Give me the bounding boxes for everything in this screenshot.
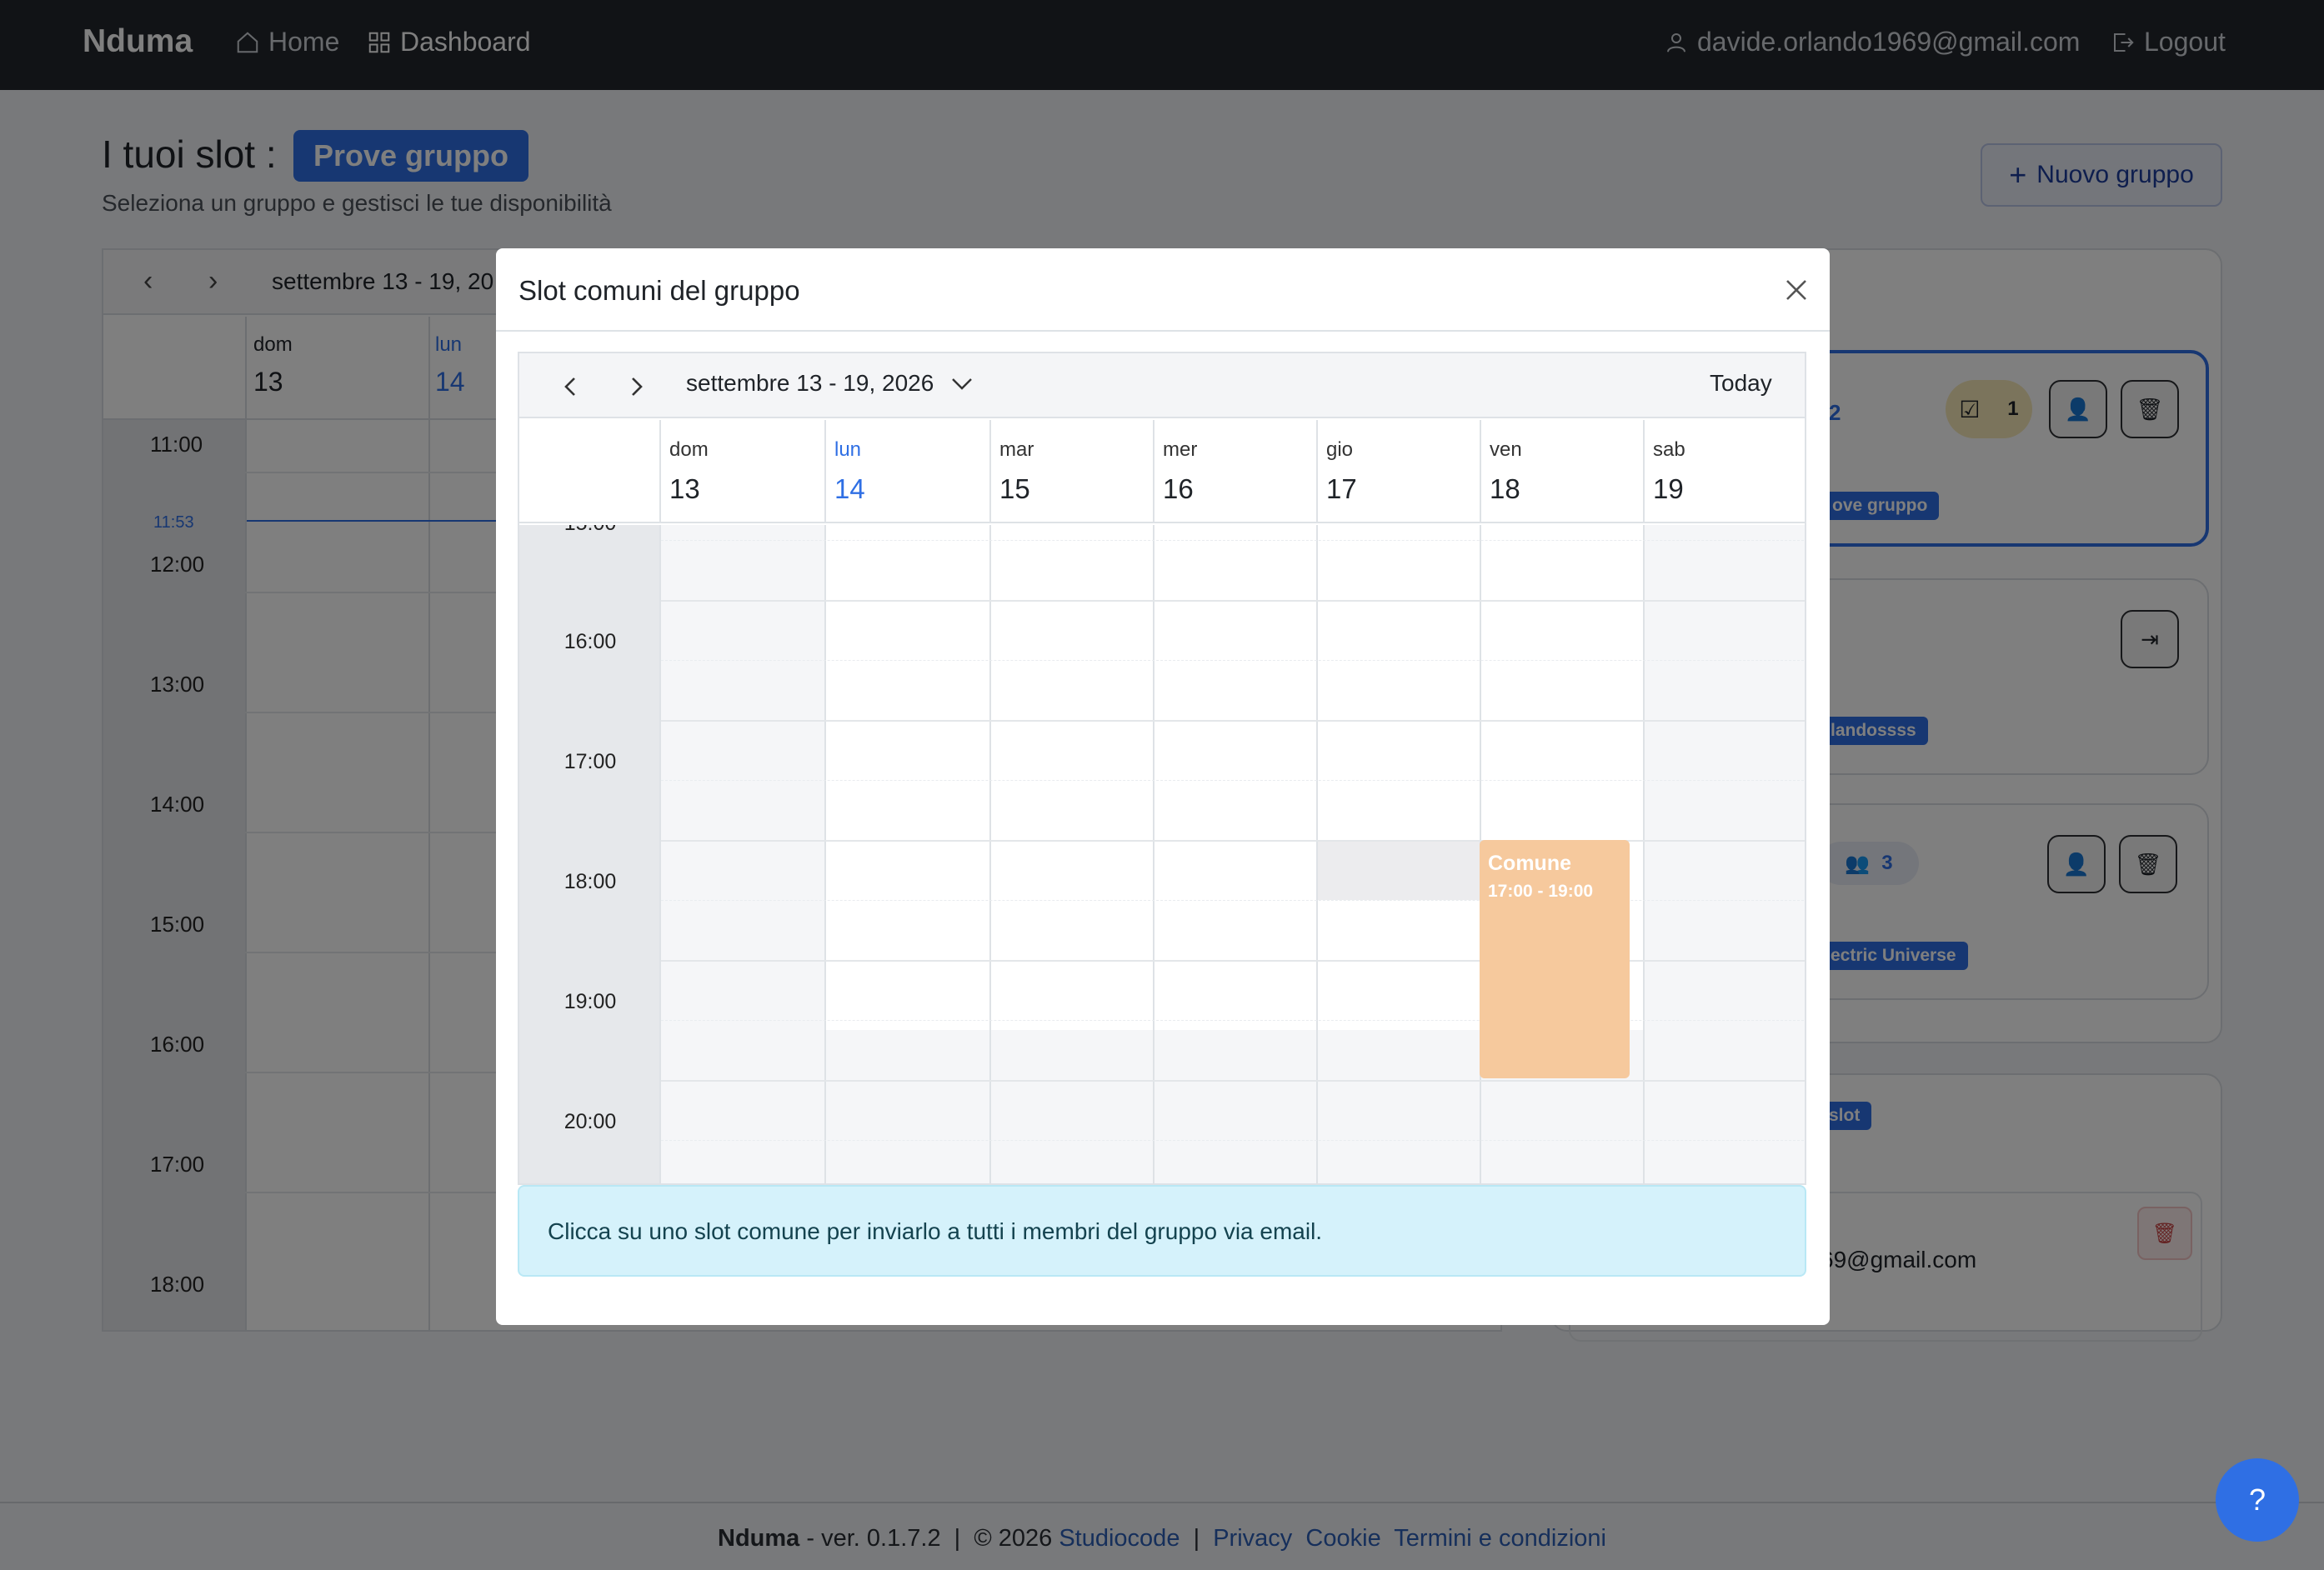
close-button[interactable] [1773,267,1820,313]
day-header: sab 19 [1643,420,1805,523]
grid-vline [1316,525,1318,1183]
info-alert-text: Clicca su uno slot comune per inviarlo a… [548,1218,1323,1244]
chevron-down-icon [952,378,973,390]
day-number: 17 [1326,473,1357,504]
common-slot-event[interactable]: Comune 17:00 - 19:00 [1480,840,1630,1078]
common-slots-calendar: settembre 13 - 19, 2026 Today dom 13 lun 1… [518,352,1806,1185]
chevron-left-icon [564,378,575,396]
day-header: mer 16 [1153,420,1316,523]
prev-week-button[interactable] [554,370,588,403]
day-name: ven [1490,438,1522,461]
hour-label: 16:00 [563,630,617,653]
grid-vline [989,525,991,1183]
half-hour-line [661,540,1805,541]
day-number: 15 [999,473,1030,504]
event-time: 17:00 - 19:00 [1488,882,1594,901]
day-number: 18 [1490,473,1520,504]
modal-title: Slot comuni del gruppo [518,275,800,306]
today-button[interactable]: Today [1710,370,1772,397]
half-hour-line [661,780,1805,781]
day-number: 16 [1163,473,1194,504]
help-button[interactable]: ? [2216,1458,2299,1542]
next-week-button[interactable] [619,370,653,403]
unavailable-region [1316,840,1480,900]
hour-line [661,960,1805,962]
day-name: mer [1163,438,1198,461]
hour-line [661,600,1805,602]
half-hour-line [661,660,1805,661]
day-header: mar 15 [989,420,1153,523]
day-name: mar [999,438,1034,461]
grid-vline [659,525,661,1183]
day-name: dom [669,438,709,461]
hour-line [661,720,1805,722]
grid-vline [1153,525,1154,1183]
half-hour-line [661,1140,1805,1141]
modal-header: Slot comuni del gruppo [496,248,1830,332]
calendar-toolbar: settembre 13 - 19, 2026 Today [519,353,1805,418]
day-number: 14 [834,473,865,504]
common-slots-modal: Slot comuni del gruppo settembre 13 - 19… [496,248,1830,1325]
close-icon [1786,280,1806,300]
half-hour-line [661,1020,1805,1021]
hour-line [661,1080,1805,1082]
hour-label: 17:00 [563,750,617,773]
week-range-selector[interactable]: settembre 13 - 19, 2026 [686,370,975,397]
hour-line [661,840,1805,842]
chevron-right-icon [632,378,643,396]
day-number: 13 [669,473,700,504]
hour-label: 18:00 [563,870,617,893]
time-column [519,525,661,1183]
grid-vline [824,525,826,1183]
hour-label: 20:00 [563,1110,617,1133]
half-hour-line [661,900,1805,901]
day-header: gio 17 [1316,420,1480,523]
calendar-day-header: dom 13 lun 14 mar 15 mer 16 gio 17 ven 18 sab 1… [519,420,1805,523]
day-number: 19 [1653,473,1684,504]
week-range-label: settembre 13 - 19, 2026 [686,370,934,396]
day-header: ven 18 [1480,420,1643,523]
day-name: sab [1653,438,1685,461]
hour-label: 19:00 [563,990,617,1013]
day-name: gio [1326,438,1354,461]
day-name: lun [834,438,862,461]
day-header: dom 13 [659,420,824,523]
event-title: Comune [1488,852,1571,875]
unavailable-region [661,1030,1805,1183]
info-alert: Clicca su uno slot comune per inviarlo a… [518,1185,1806,1277]
grid-vline [1643,525,1645,1183]
day-header-today: lun 14 [824,420,989,523]
